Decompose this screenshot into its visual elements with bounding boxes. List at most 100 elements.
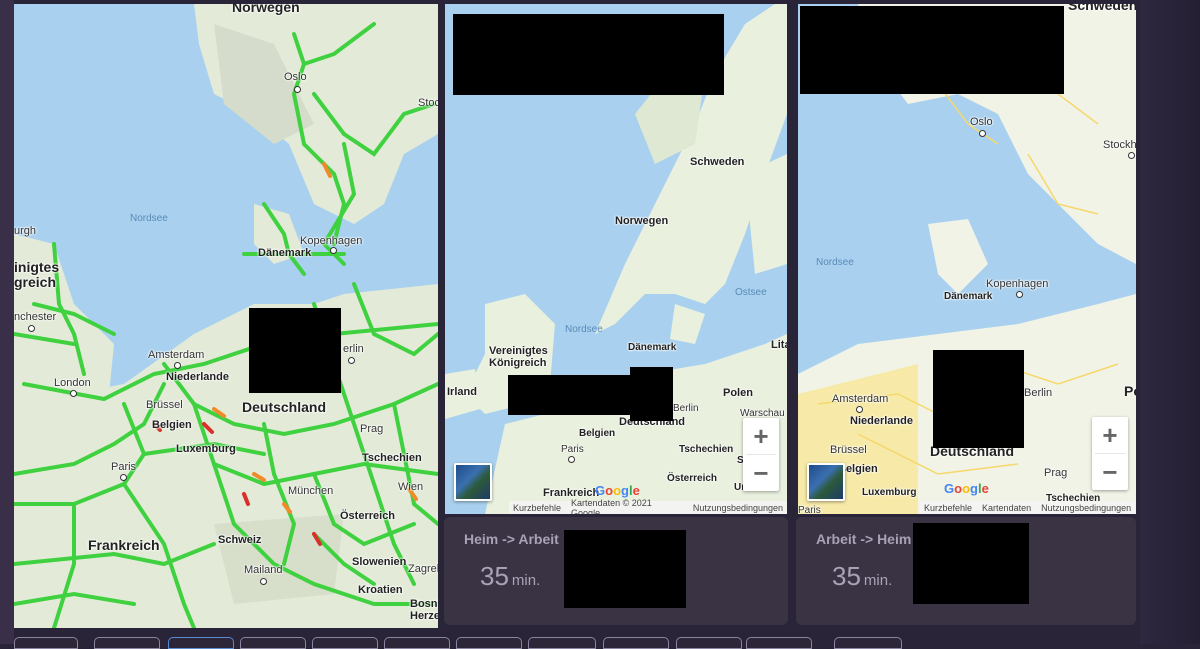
- card-title: Heim -> Arbeit: [464, 531, 559, 547]
- label-niederlande: Niederlande: [850, 415, 913, 427]
- travel-time-value: 35: [480, 561, 509, 591]
- bottom-tab[interactable]: [312, 637, 378, 649]
- label-kopenhagen: Kopenhagen: [986, 278, 1049, 290]
- bottom-tab[interactable]: [746, 637, 812, 649]
- bottom-tab[interactable]: [14, 637, 78, 649]
- city-dot-berlin: [348, 357, 355, 364]
- label-kopenhagen: Kopenhagen: [300, 235, 363, 247]
- label-berlin: erlin: [343, 343, 364, 355]
- label-daenemark: Dänemark: [944, 291, 993, 302]
- travel-time-unit: min.: [863, 572, 893, 589]
- page-edge-right: [1140, 0, 1200, 644]
- label-paris: Paris: [561, 444, 584, 455]
- card-title: Arbeit -> Heim: [816, 531, 912, 547]
- label-schweden: Schweden: [1068, 4, 1136, 13]
- label-deutschland: Deutschland: [242, 399, 327, 415]
- label-oslo: Oslo: [284, 71, 307, 83]
- label-london: London: [54, 377, 91, 389]
- label-niederlande: Niederlande: [166, 371, 229, 383]
- label-po: Po: [1124, 383, 1136, 399]
- redacted-block: [630, 367, 673, 421]
- label-daenemark: Dänemark: [258, 247, 312, 259]
- city-dot-oslo: [979, 130, 986, 137]
- bottom-tab[interactable]: [240, 637, 306, 649]
- label-luxemburg: Luxemburg: [862, 487, 917, 498]
- label-tschechien: Tschechien: [362, 452, 422, 464]
- label-bosnien: Bosnie Herze: [410, 598, 438, 622]
- label-mailand: Mailand: [244, 564, 283, 576]
- mapdata-text: Kartendaten: [982, 502, 1032, 513]
- label-prag: Prag: [1044, 467, 1068, 479]
- redacted-block: [453, 14, 724, 95]
- label-paris: Paris: [798, 505, 821, 515]
- bottom-tab[interactable]: [384, 637, 450, 649]
- label-nordsee: Nordsee: [130, 213, 168, 224]
- city-dot-manchester: [28, 325, 35, 332]
- city-dot-london: [70, 390, 77, 397]
- google-logo: Google: [944, 481, 989, 496]
- traffic-map-left[interactable]: Norwegen Oslo Stoc Nordsee Kopenhagen Dä…: [14, 4, 438, 628]
- city-dot-mailand: [260, 578, 267, 585]
- bottom-tab[interactable]: [603, 637, 669, 649]
- zoom-out-button[interactable]: −: [1092, 454, 1128, 490]
- label-irland: Irland: [447, 386, 477, 398]
- bottom-tab[interactable]: [168, 637, 234, 649]
- label-slowenien: Slowenien: [352, 556, 407, 568]
- label-bruessel: Brüssel: [830, 444, 867, 456]
- city-dot-paris: [568, 456, 575, 463]
- label-paris: Paris: [111, 461, 137, 473]
- bottom-tab[interactable]: [834, 637, 902, 649]
- map-middle[interactable]: Schweden Norwegen Ostsee Nordsee Dänemar…: [445, 4, 787, 514]
- bottom-tab[interactable]: [528, 637, 596, 649]
- redacted-block: [933, 350, 1024, 448]
- shortcuts-link[interactable]: Kurzbefehle: [924, 503, 972, 513]
- label-wien: Wien: [398, 481, 424, 493]
- map-attribution: Kurzbefehle Kartendaten Nutzungsbedingun…: [920, 501, 1136, 514]
- zoom-out-button[interactable]: −: [743, 455, 779, 491]
- google-logo: Google: [595, 483, 640, 498]
- city-dot-kopenhagen: [330, 247, 337, 254]
- bottom-tab-bar: [0, 637, 1200, 649]
- label-luxemburg: Luxemburg: [176, 443, 236, 455]
- label-lita: Lita: [771, 339, 787, 351]
- map-attribution: Kurzbefehle Kartendaten © 2021 Google Nu…: [509, 498, 787, 514]
- label-edinburgh: urgh: [14, 225, 37, 237]
- label-uk: inigtes greich: [14, 259, 60, 290]
- map-right[interactable]: Schweden Oslo Stockh Nordsee Kopenhagen …: [798, 4, 1136, 514]
- satellite-toggle[interactable]: [807, 463, 845, 501]
- terms-link[interactable]: Nutzungsbedingungen: [1041, 503, 1131, 513]
- label-daenemark: Dänemark: [628, 342, 677, 353]
- zoom-in-button[interactable]: +: [743, 418, 779, 454]
- redacted-block: [508, 375, 643, 415]
- redacted-block: [564, 530, 686, 608]
- label-belgien: Belgien: [152, 419, 192, 431]
- zoom-in-button[interactable]: +: [1092, 417, 1128, 453]
- label-stockholm: Stoc: [418, 97, 438, 109]
- label-muenchen: München: [288, 485, 334, 497]
- city-dot-amsterdam: [856, 406, 863, 413]
- label-norwegen: Norwegen: [615, 215, 669, 227]
- label-schweden: Schweden: [690, 156, 745, 168]
- label-amsterdam: Amsterdam: [832, 393, 889, 405]
- label-bruessel: Brüssel: [146, 399, 183, 411]
- label-polen: Polen: [723, 387, 753, 399]
- satellite-toggle[interactable]: [454, 463, 492, 501]
- bottom-tab[interactable]: [94, 637, 160, 649]
- bottom-tab[interactable]: [456, 637, 522, 649]
- label-nordsee: Nordsee: [565, 324, 603, 335]
- label-oesterreich: Österreich: [667, 473, 718, 484]
- label-manchester: nchester: [14, 311, 57, 323]
- bottom-tab[interactable]: [676, 637, 742, 649]
- label-amsterdam: Amsterdam: [148, 349, 205, 361]
- city-dot-oslo: [294, 86, 301, 93]
- label-uk: Vereinigtes Königreich: [489, 345, 548, 369]
- label-nordsee: Nordsee: [816, 257, 854, 268]
- label-prag: Prag: [360, 423, 384, 435]
- city-dot-kopenhagen: [1016, 291, 1023, 298]
- travel-card-home-work: Heim -> Arbeit 35 min.: [444, 517, 788, 625]
- label-stockholm: Stockh: [1103, 139, 1136, 151]
- page-edge-left: [0, 0, 14, 644]
- terms-link[interactable]: Nutzungsbedingungen: [693, 503, 783, 513]
- redacted-block: [800, 6, 1064, 94]
- shortcuts-link[interactable]: Kurzbefehle: [513, 503, 561, 513]
